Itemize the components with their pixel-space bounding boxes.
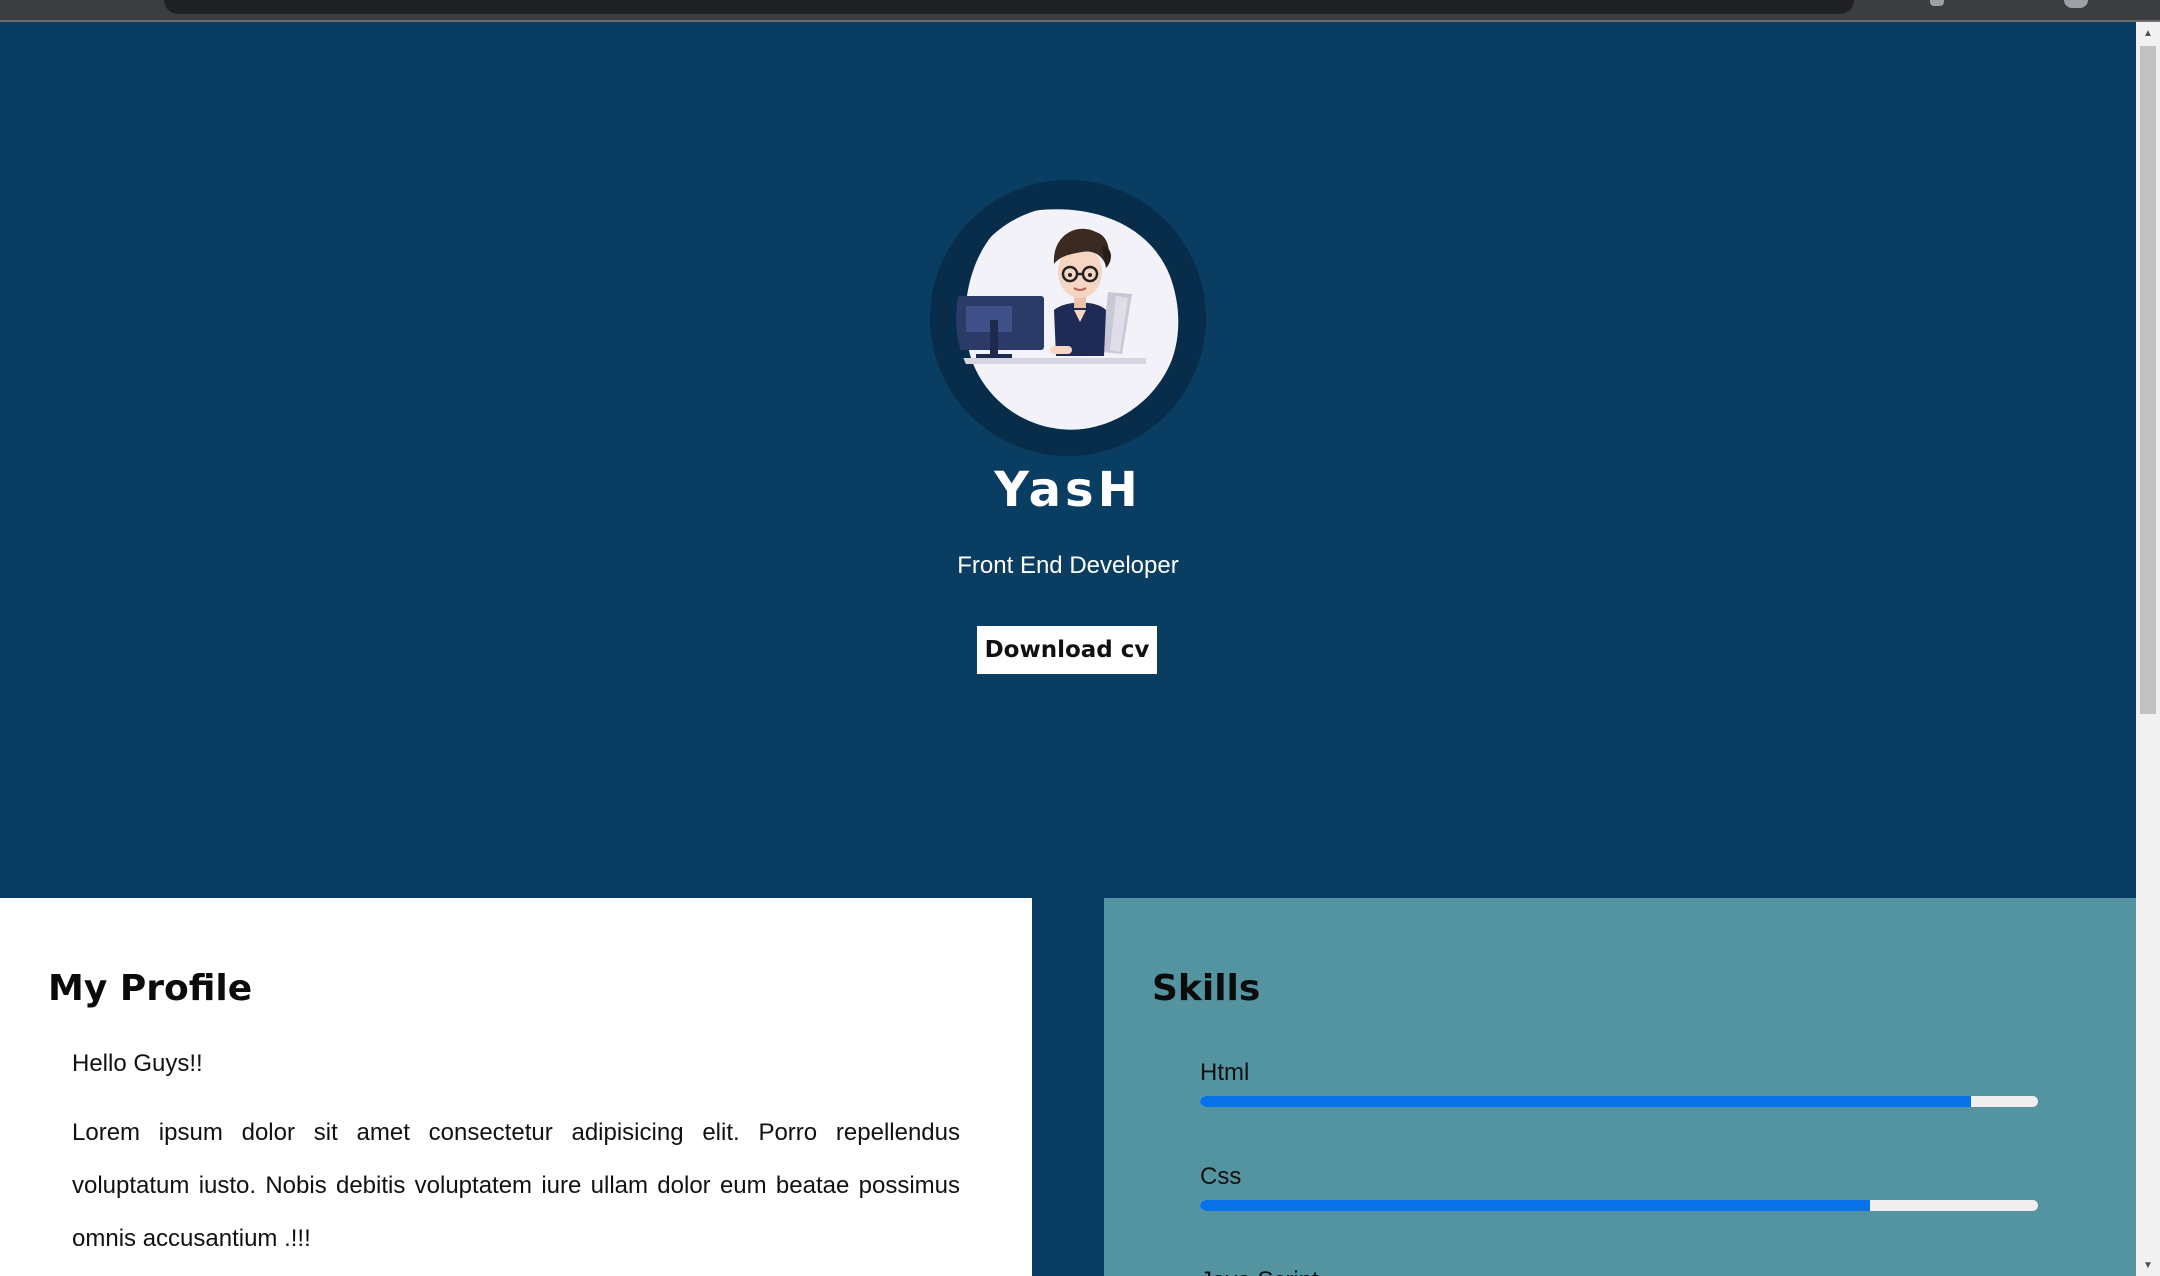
page-scrollbar[interactable]: ▲ ▼ [2136,22,2160,1276]
scroll-thumb[interactable] [2140,46,2156,714]
profile-card: My Profile Hello Guys!! Lorem ipsum dolo… [0,898,1032,1276]
profile-icon[interactable] [2064,0,2088,8]
avatar-illustration [956,209,1179,430]
skill-label: Css [1200,1163,1242,1190]
browser-toolbar [0,0,2160,20]
hero-section: YasH Front End Developer Download cv [0,22,2136,898]
skill-label: Html [1200,1059,1250,1086]
skills-card: Skills Html Css Java Script [1104,898,2136,1276]
skill-css: Css [1200,1162,2038,1211]
skill-label: Java Script [1200,1266,2038,1276]
scroll-up-icon[interactable]: ▲ [2136,22,2160,44]
skill-progress-track [1200,1096,2038,1107]
page-viewport: YasH Front End Developer Download cv My … [0,22,2136,1276]
skill-javascript: Java Script [1200,1266,2038,1276]
profile-title: My Profile [48,968,253,1009]
skill-progress-fill [1200,1096,1971,1107]
skills-title: Skills [1152,968,1261,1009]
hero-name: YasH [994,462,1142,518]
skill-progress-track [1200,1200,2038,1211]
scroll-down-icon[interactable]: ▼ [2136,1254,2160,1276]
profile-greeting: Hello Guys!! [72,1050,203,1077]
extension-icon[interactable] [1930,0,1944,6]
profile-body: Lorem ipsum dolor sit amet consectetur a… [72,1119,960,1252]
hero-role: Front End Developer [957,552,1179,579]
avatar [930,180,1206,456]
developer-avatar-icon [956,206,1180,430]
skill-html: Html [1200,1058,2038,1107]
address-bar[interactable] [164,0,1854,14]
download-cv-button[interactable]: Download cv [977,626,1157,674]
skill-progress-fill [1200,1200,1871,1211]
